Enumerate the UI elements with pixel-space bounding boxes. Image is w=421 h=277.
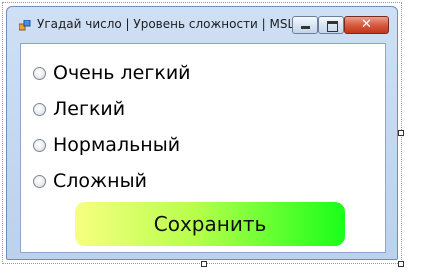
resize-handle-bottom-right[interactable] — [398, 261, 404, 267]
minimize-button[interactable] — [292, 16, 318, 34]
app-icon — [19, 20, 31, 31]
title-bar[interactable]: Угадай число | Уровень сложности | MSL ✕ — [7, 7, 397, 43]
save-button[interactable]: Сохранить — [75, 202, 345, 246]
close-icon: ✕ — [361, 17, 372, 32]
radio-option-very-easy[interactable]: Очень легкий — [33, 60, 191, 86]
radio-button[interactable] — [33, 138, 46, 152]
form-client-area: Очень легкий Легкий Нормальный Сложный С… — [20, 43, 386, 253]
close-button[interactable]: ✕ — [344, 16, 389, 34]
radio-button[interactable] — [33, 174, 46, 188]
maximize-button[interactable] — [318, 16, 344, 34]
resize-handle-right[interactable] — [398, 130, 404, 136]
radio-button[interactable] — [33, 102, 46, 116]
radio-button[interactable] — [33, 66, 46, 80]
radio-label: Сложный — [53, 170, 147, 192]
radio-option-normal[interactable]: Нормальный — [33, 132, 180, 158]
radio-label: Очень легкий — [53, 62, 191, 84]
radio-option-hard[interactable]: Сложный — [33, 168, 147, 194]
radio-label: Легкий — [53, 98, 126, 120]
radio-option-easy[interactable]: Легкий — [33, 96, 125, 122]
app-window: Угадай число | Уровень сложности | MSL ✕… — [6, 6, 398, 260]
minimize-icon — [301, 26, 310, 29]
window-title: Угадай число | Уровень сложности | MSL — [37, 17, 295, 31]
maximize-icon — [327, 21, 338, 32]
radio-label: Нормальный — [53, 134, 181, 156]
resize-handle-bottom[interactable] — [201, 261, 207, 267]
